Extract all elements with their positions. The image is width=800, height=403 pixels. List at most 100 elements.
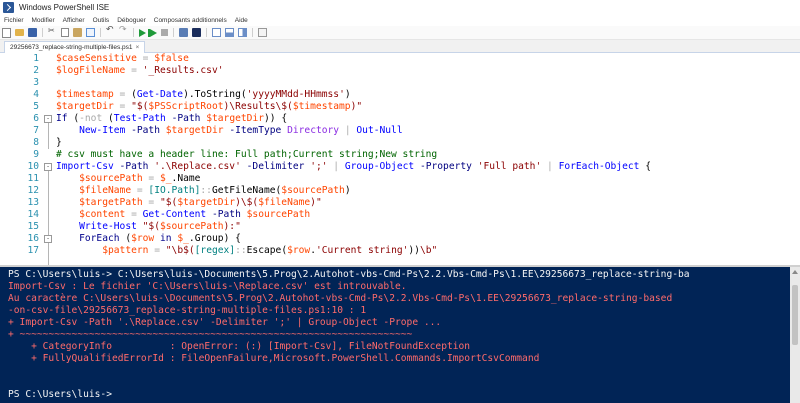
code-token: Directory [287,125,340,136]
code-token: | [541,161,559,172]
code-token: "$( [142,221,160,232]
menu-aide[interactable]: Aide [231,15,252,26]
code-token: $targetPath [79,197,143,208]
powershell-console-icon[interactable] [192,28,201,37]
code-token: | [339,125,357,136]
collapse-icon[interactable]: - [44,163,52,171]
command-addon-icon[interactable] [258,28,267,37]
cut-icon[interactable] [48,26,57,37]
code-token: $sourcePath [246,209,311,220]
code-text: # csv must have a header line: Full path… [56,149,437,161]
code-token: = [148,245,166,256]
code-token: in [160,233,172,244]
code-line[interactable]: 1 $caseSensitive = $false [0,53,800,65]
line-number: 11 [27,173,39,184]
code-token: = [131,185,149,196]
code-line[interactable]: 7 New-Item -Path $targetDir -ItemType Di… [0,125,800,137]
code-token: = [142,197,160,208]
code-text: $logFileName = '_Results.csv' [56,65,224,77]
code-token: $row [131,233,155,244]
line-number: 6 [33,113,39,124]
copy-icon[interactable] [61,28,69,37]
code-line[interactable]: 10- Import-Csv -Path '.\Replace.csv' -Del… [0,161,800,173]
script-pane-max-icon[interactable] [238,28,247,37]
new-file-icon[interactable] [2,27,11,38]
run-script-icon[interactable] [139,28,146,37]
toolbar-separator [252,28,253,37]
console-line: Import-Csv : Le fichier 'C:\Users\luis-\… [8,281,407,292]
run-selection-icon[interactable] [150,28,157,37]
line-number: 1 [33,53,39,64]
console-line: + FullyQualifiedErrorId : FileOpenFailur… [8,353,540,364]
code-line[interactable]: 9 # csv must have a header line: Full pat… [0,149,800,161]
code-token: Write-Host [79,221,137,232]
console-line: + ~~~~~~~~~~~~~~~~~~~~~~~~~~~~~~~~~~~~~~… [8,329,413,340]
menu-fichier[interactable]: Fichier [0,15,28,26]
toolbar-separator [42,28,43,37]
code-token: ) [344,89,351,100]
script-tab[interactable]: 29256673_replace-string-multiple-files.p… [4,41,146,53]
code-token: -Path [171,113,201,124]
open-folder-icon[interactable] [15,29,24,36]
paste-icon[interactable] [73,28,82,37]
line-number: 8 [33,137,39,148]
menu-composants-additionnels[interactable]: Composants additionnels [150,15,231,26]
clear-icon[interactable] [86,28,95,37]
line-number: 17 [27,245,39,256]
code-line[interactable]: 5 $targetDir = "$($PSScriptRoot)\Results\… [0,101,800,113]
undo-icon[interactable] [106,25,115,37]
powershell-app-icon [3,2,14,13]
console-scrollbar[interactable] [790,267,800,403]
code-token: )) { [264,113,288,124]
console-pane[interactable]: PS C:\Users\luis-> C:\Users\luis-\Docume… [0,267,790,403]
code-line[interactable]: 12 $fileName = [IO.Path]::GetFileName($s… [0,185,800,197]
code-line[interactable]: 3 [0,77,800,89]
line-number: 4 [33,89,39,100]
code-line[interactable]: 4 $timestamp = (Get-Date).ToString('yyyyM… [0,89,800,101]
script-editor[interactable]: 1 $caseSensitive = $false 2 $logFileName = … [0,53,800,266]
scroll-thumb[interactable] [792,285,798,345]
code-line[interactable]: 6- If (-not (Test-Path -Path $targetDir))… [0,113,800,125]
code-token: "$( [131,101,149,112]
code-token: ) { [223,233,241,244]
collapse-icon[interactable]: - [44,235,52,243]
code-line[interactable]: 13 $targetPath = "$($targetDir)\$($fileN… [0,197,800,209]
redo-icon[interactable] [119,25,128,37]
code-token: ). [183,89,195,100]
save-icon[interactable] [28,28,37,37]
code-line[interactable]: 2 $logFileName = '_Results.csv' [0,65,800,77]
code-token: "$( [159,197,178,208]
code-token: } [56,137,62,148]
toolbar [0,25,800,40]
menu-afficher[interactable]: Afficher [59,15,89,26]
code-token: $logFileName [56,65,126,76]
menu-modifier[interactable]: Modifier [28,15,59,26]
title-bar: Windows PowerShell ISE [0,0,800,15]
code-token: $pattern [102,245,149,256]
code-token: $sourcePath [79,173,143,184]
code-line[interactable]: 15 Write-Host "$($sourcePath):" [0,221,800,233]
code-token: [regex] [194,245,236,256]
code-line[interactable]: 8} [0,137,800,149]
stop-icon[interactable] [161,29,168,36]
remote-powershell-icon[interactable] [179,28,188,37]
code-token: Get-Content [142,209,207,220]
close-icon[interactable]: × [135,44,139,51]
code-text: $targetPath = "$($targetDir)\$($fileName… [56,197,322,209]
code-line[interactable]: 11 $sourcePath = $_.Name [0,173,800,185]
code-line[interactable]: 16- ForEach ($row in $_.Group) { [0,233,800,245]
code-token: = [136,53,155,64]
code-line[interactable]: 17 $pattern = "\b$([regex]::Escape($row.… [0,245,800,257]
script-tab-strip: 29256673_replace-string-multiple-files.p… [0,40,800,53]
script-pane-right-icon[interactable] [225,28,234,37]
code-token: = [142,173,160,184]
scroll-up-icon[interactable] [792,270,798,274]
code-line[interactable]: 14 $content = Get-Content -Path $sourceP… [0,209,800,221]
collapse-icon[interactable]: - [44,115,52,123]
script-pane-top-icon[interactable] [212,28,221,37]
